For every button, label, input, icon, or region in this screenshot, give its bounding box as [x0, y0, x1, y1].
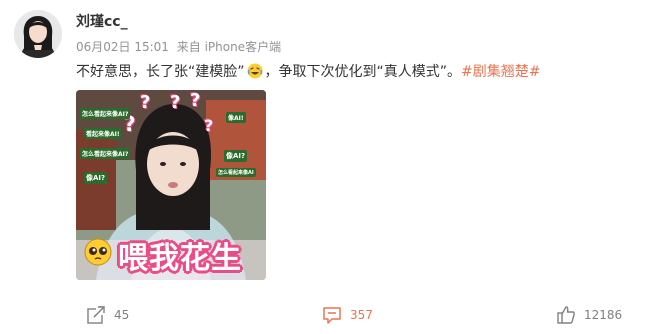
post-source: 来自 iPhone客户端 — [176, 40, 282, 54]
hashtag-link[interactable]: #剧集翘楚# — [461, 64, 540, 80]
content-text-1: 不好意思，长了张“建模脸” — [76, 64, 245, 80]
comment-count: 357 — [350, 308, 373, 322]
question-mark: ? — [204, 116, 214, 135]
username[interactable]: 刘瑾cc_ — [76, 11, 128, 31]
post-meta: 06月02日 15:01 来自 iPhone客户端 — [76, 38, 285, 55]
question-mark: ? — [170, 92, 181, 113]
comment-icon — [323, 307, 341, 324]
action-bar: 45 357 12186 — [0, 300, 660, 330]
annotation-label: 看起来像AI! — [84, 128, 122, 139]
meme-caption: 喂我花生 — [118, 241, 242, 276]
share-button[interactable]: 45 — [86, 304, 129, 326]
comment-button[interactable]: 357 — [322, 304, 373, 326]
annotation-label: 像AI? — [224, 150, 248, 162]
annotation-label: 像AI? — [84, 172, 108, 184]
post-content: 不好意思，长了张“建模脸” ，争取下次优化到“真人模式”。#剧集翘楚# — [76, 62, 541, 82]
question-mark: ? — [140, 92, 151, 113]
thumbs-up-icon — [557, 306, 575, 324]
like-button[interactable]: 12186 — [556, 304, 622, 326]
content-text-2: ，争取下次优化到“真人模式”。 — [264, 64, 462, 80]
share-count: 45 — [114, 308, 130, 322]
pleading-face-emoji-icon — [84, 238, 112, 266]
annotation-label: 怎么看起来像AI? — [80, 148, 131, 159]
annotation-label: 像AI! — [226, 112, 246, 123]
laughing-tears-emoji-icon — [247, 63, 263, 79]
post-date[interactable]: 06月02日 15:01 — [76, 40, 169, 54]
post-image[interactable]: ? ? ? ? ? 怎么看起来像AI? 看起来像AI! 怎么看起来像AI? 像A… — [76, 90, 266, 280]
question-mark: ? — [190, 90, 201, 111]
like-count: 12186 — [584, 308, 623, 322]
annotation-label: 怎么看起来像AI? — [80, 108, 131, 119]
annotation-label: 怎么看起来像AI — [216, 168, 256, 177]
weibo-post: 刘瑾cc_ 06月02日 15:01 来自 iPhone客户端 不好意思，长了张… — [0, 0, 660, 334]
share-icon — [87, 306, 106, 324]
avatar[interactable] — [14, 10, 62, 58]
